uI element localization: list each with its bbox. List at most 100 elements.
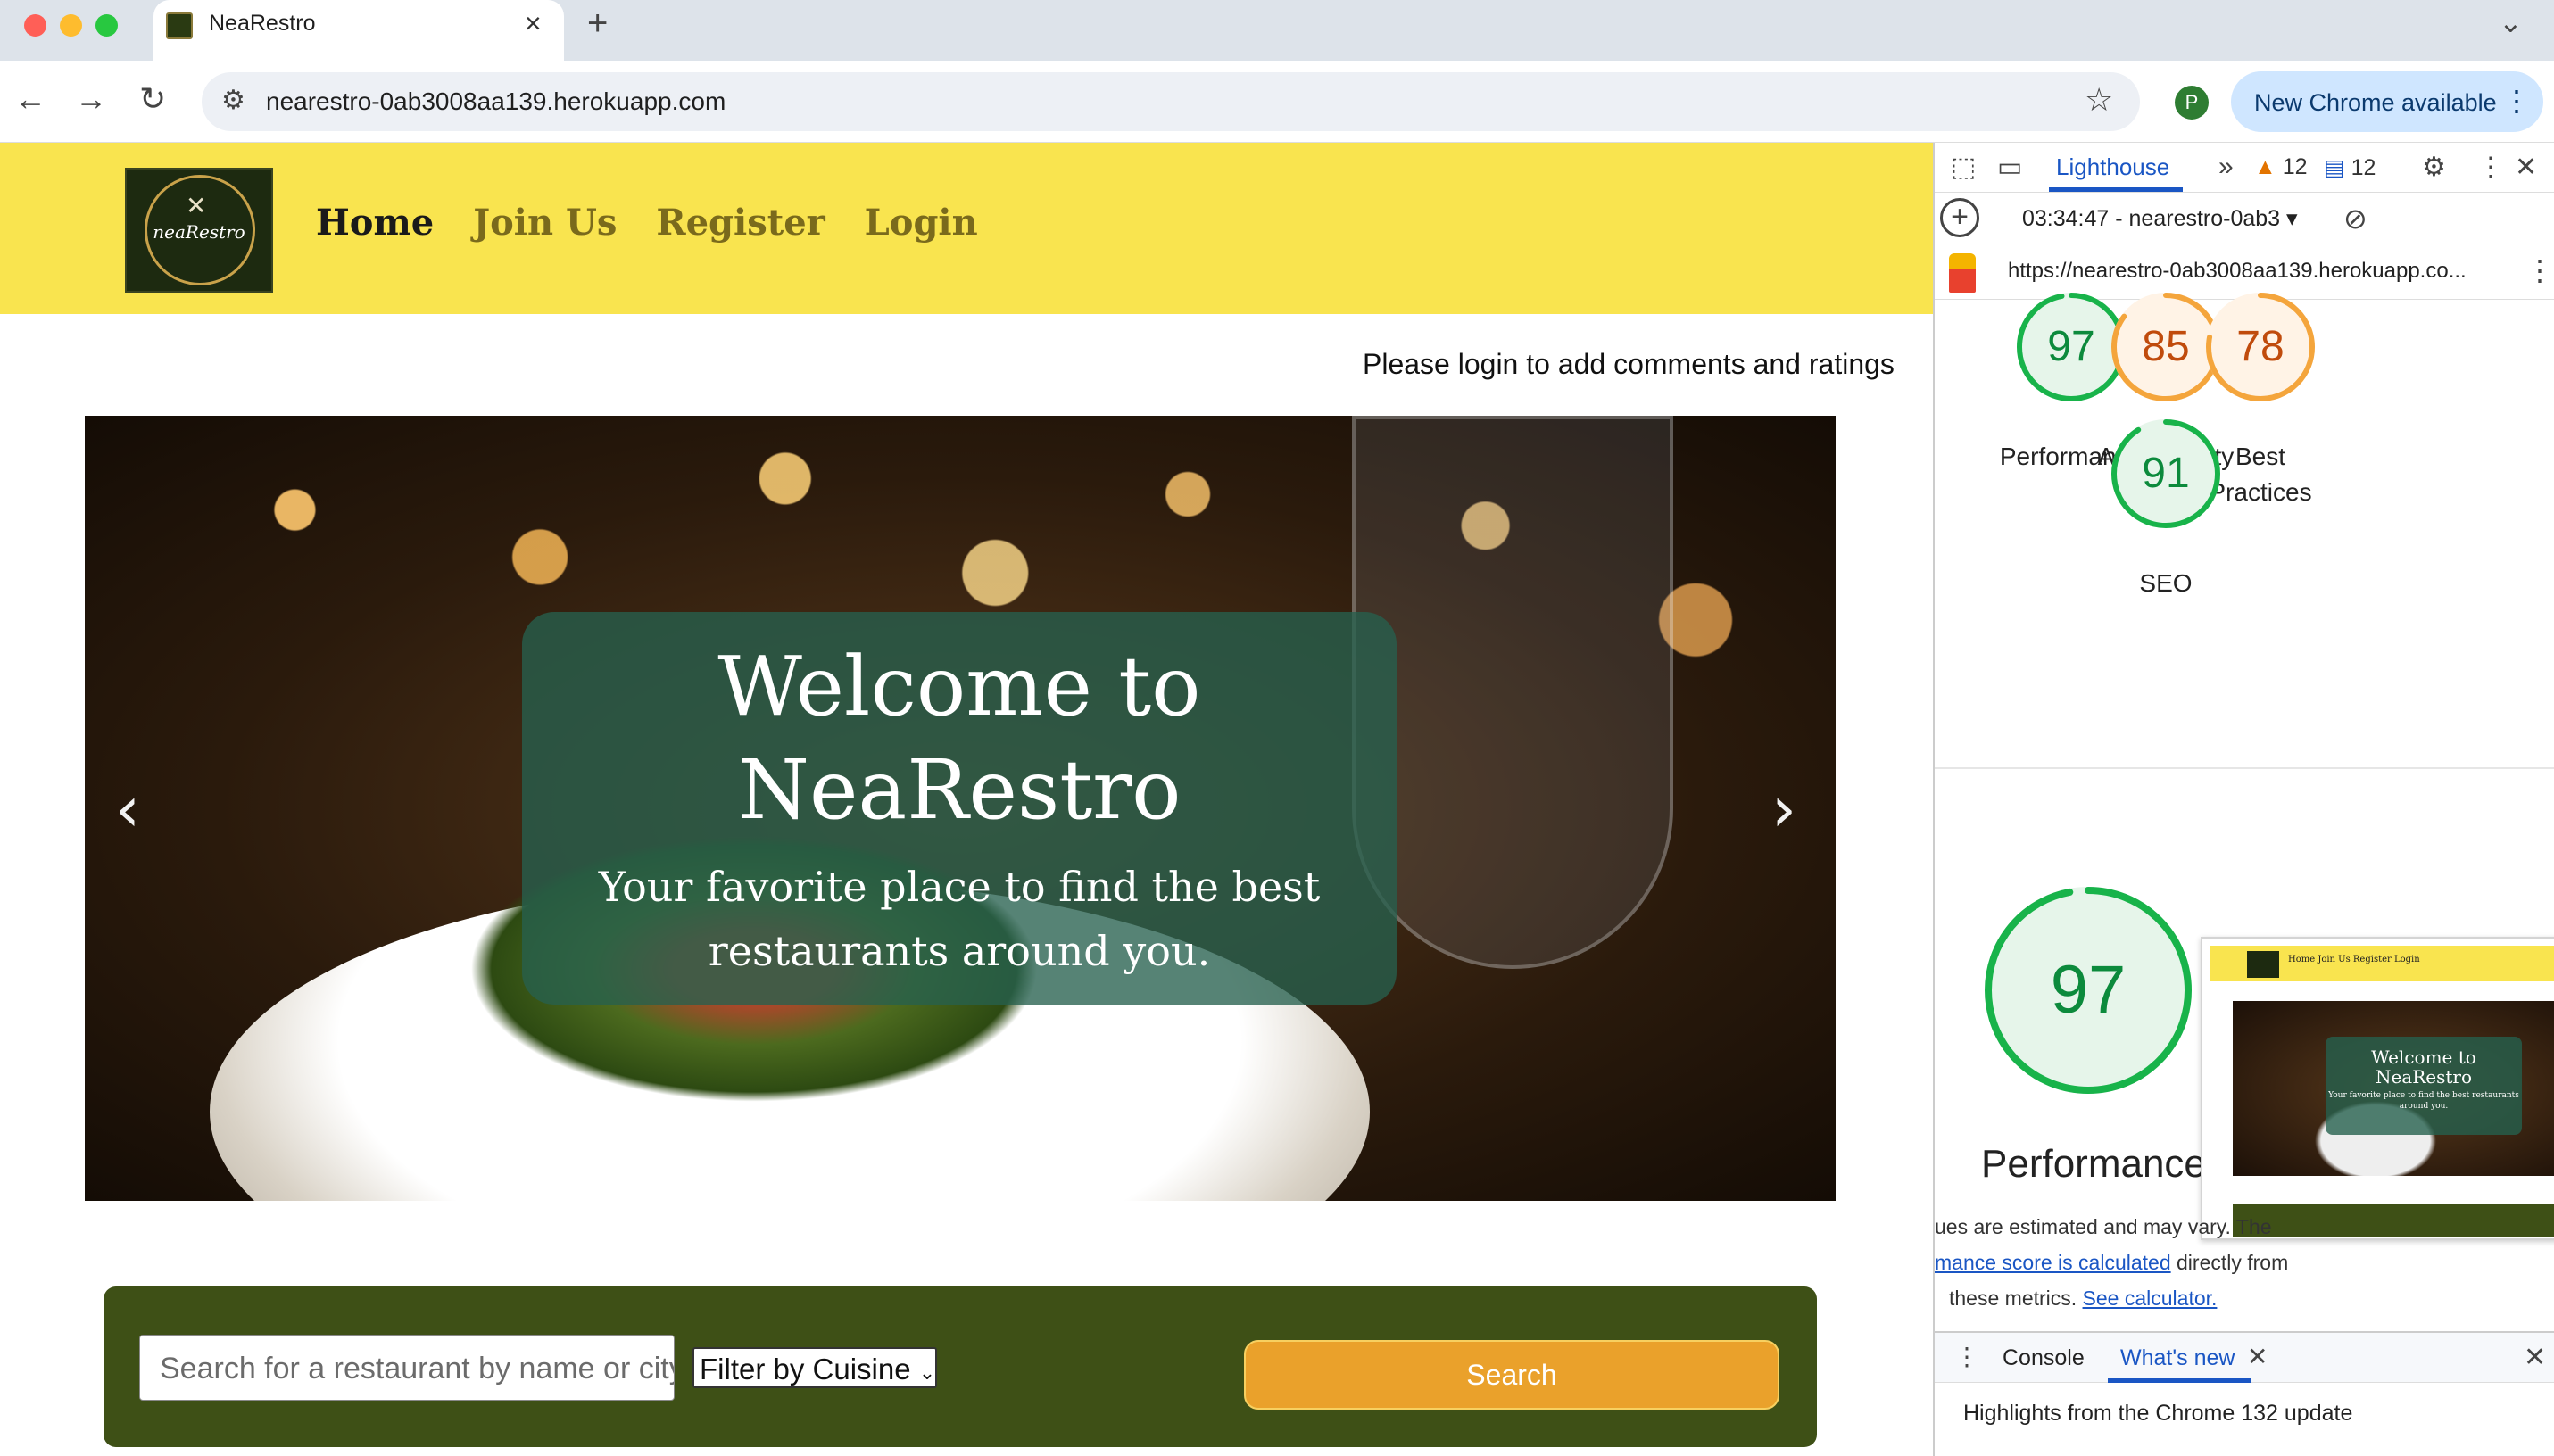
site-info-icon[interactable]: ⚙ xyxy=(221,85,245,116)
score-calculated-link[interactable]: mance score is calculated xyxy=(1935,1251,2171,1274)
report-selector-label: 03:34:47 - nearestro-0ab3 xyxy=(2022,206,2281,231)
drawer-menu-icon[interactable]: ⋮ xyxy=(1954,1342,1979,1371)
bookmark-star-icon[interactable]: ☆ xyxy=(2085,81,2113,119)
site-logo[interactable]: ✕ neaRestro xyxy=(125,168,273,293)
score-gauge-seo[interactable]: 91 xyxy=(2108,416,2224,532)
fork-knife-icon: ✕ xyxy=(186,192,207,219)
settings-gear-icon[interactable]: ⚙ xyxy=(2422,152,2446,183)
browser-tab[interactable]: NeaRestro × xyxy=(153,0,564,61)
nav-register-link[interactable]: Register xyxy=(656,202,825,244)
whats-new-close-icon[interactable]: ✕ xyxy=(2247,1342,2268,1371)
thumb-logo xyxy=(2247,951,2279,978)
devtools-tabbar: ⬚ ▭ Lighthouse » ▲ 12 ▤ 12 ⚙ ⋮ ✕ xyxy=(1935,143,2554,193)
score-value: 91 xyxy=(2142,450,2190,497)
tab-search-chevron-icon[interactable]: ⌄ xyxy=(2499,5,2523,39)
devtools-drawer: ⋮ Console What's new ✕ ✕ Highlights from… xyxy=(1935,1331,2554,1456)
drawer-tab-console[interactable]: Console xyxy=(2003,1345,2085,1371)
thumb-caption: Welcome to NeaRestro Your favorite place… xyxy=(2326,1037,2522,1135)
drawer-active-indicator xyxy=(2108,1378,2251,1383)
score-gauge-best-practices[interactable]: 78 xyxy=(2202,289,2318,405)
hero-subtitle: Your favorite place to find the best res… xyxy=(598,863,1321,975)
messages-counter[interactable]: ▤ 12 xyxy=(2324,154,2376,181)
warnings-count: 12 xyxy=(2282,154,2308,179)
devtools-panel: ⬚ ▭ Lighthouse » ▲ 12 ▤ 12 ⚙ ⋮ ✕ + 03:34… xyxy=(1933,143,2554,1456)
carousel-next-icon[interactable]: › xyxy=(1771,773,1796,846)
devtools-kebab-icon[interactable]: ⋮ xyxy=(2477,152,2504,183)
website-viewport: ✕ neaRestro Home Join Us Register Login … xyxy=(0,143,1933,1456)
thumb-title: Welcome to NeaRestro xyxy=(2371,1046,2476,1088)
tab-lighthouse[interactable]: Lighthouse xyxy=(2056,153,2169,181)
drawer-close-icon[interactable]: ✕ xyxy=(2524,1342,2546,1373)
hero-carousel: Welcome to NeaRestro Your favorite place… xyxy=(85,416,1836,1201)
estimate-note-line2: mance score is calculated directly from xyxy=(1935,1251,2288,1275)
address-bar[interactable]: ⚙ nearestro-0ab3008aa139.herokuapp.com ☆ xyxy=(202,72,2140,131)
whats-new-highlight: Highlights from the Chrome 132 update xyxy=(1963,1401,2353,1426)
thumb-search-band xyxy=(2233,1204,2554,1237)
report-selector[interactable]: 03:34:47 - nearestro-0ab3 ▾ xyxy=(2022,205,2298,232)
devtools-close-icon[interactable]: ✕ xyxy=(2515,152,2537,183)
warning-icon: ▲ xyxy=(2254,154,2276,179)
estimate-note-line3-text: these metrics. xyxy=(1949,1286,2083,1310)
inspect-element-icon[interactable]: ⬚ xyxy=(1951,152,1976,183)
tab-title: NeaRestro xyxy=(209,11,316,36)
nav-login-link[interactable]: Login xyxy=(865,202,978,244)
performance-big-gauge: 97 xyxy=(1981,883,2195,1097)
lighthouse-icon xyxy=(1949,253,1976,293)
carousel-prev-icon[interactable]: ‹ xyxy=(115,773,140,846)
login-notice: Please login to add comments and ratings xyxy=(1363,348,1895,380)
score-label: SEO xyxy=(2139,569,2193,597)
clear-block-icon[interactable]: ⊘ xyxy=(2343,202,2367,236)
cuisine-filter-select[interactable]: Filter by Cuisine ⌄ xyxy=(692,1347,937,1388)
drawer-tabbar: ⋮ Console What's new ✕ ✕ xyxy=(1935,1333,2554,1383)
cuisine-selected: Filter by Cuisine xyxy=(700,1353,911,1386)
window-zoom-button[interactable] xyxy=(95,14,118,37)
window-close-button[interactable] xyxy=(24,14,46,37)
hero-wineglass-image xyxy=(1352,416,1673,969)
more-tabs-icon[interactable]: » xyxy=(2218,152,2234,182)
tab-close-button[interactable]: × xyxy=(525,7,542,40)
address-url[interactable]: nearestro-0ab3008aa139.herokuapp.com xyxy=(266,87,726,116)
warnings-counter[interactable]: ▲ 12 xyxy=(2254,154,2308,180)
reload-icon[interactable]: ↻ xyxy=(139,80,166,118)
browser-titlebar: NeaRestro × + ⌄ xyxy=(0,0,2554,61)
forward-arrow-icon[interactable]: → xyxy=(75,80,107,118)
restaurant-search-input[interactable]: Search for a restaurant by name or city xyxy=(139,1335,675,1401)
profile-avatar[interactable]: P xyxy=(2175,86,2209,120)
big-score-value: 97 xyxy=(2050,952,2127,1028)
estimate-note-line2-rest: directly from xyxy=(2170,1251,2289,1274)
see-calculator-link[interactable]: See calculator. xyxy=(2083,1286,2218,1310)
message-icon: ▤ xyxy=(2324,155,2345,180)
report-url: https://nearestro-0ab3008aa139.herokuapp… xyxy=(2008,259,2467,283)
chrome-update-button[interactable]: New Chrome available ⋮ xyxy=(2231,71,2543,132)
final-screenshot-thumbnail[interactable]: Home Join Us Register Login Welcome to N… xyxy=(2201,937,2554,1240)
main-nav: Home Join Us Register Login xyxy=(316,202,1005,244)
estimate-note-line3: these metrics. See calculator. xyxy=(1949,1286,2217,1311)
new-tab-button[interactable]: + xyxy=(587,4,608,44)
active-tab-indicator xyxy=(2049,187,2183,192)
nav-home-link[interactable]: Home xyxy=(316,202,434,244)
thumb-nav: Home Join Us Register Login xyxy=(2288,955,2420,964)
site-favicon-icon xyxy=(166,12,193,39)
estimate-note-line1: ues are estimated and may vary. The xyxy=(1935,1215,2272,1238)
lighthouse-toolbar: + 03:34:47 - nearestro-0ab3 ▾ ⊘ xyxy=(1935,193,2554,244)
chevron-down-icon: ⌄ xyxy=(918,1361,936,1384)
thumb-subtitle: Your favorite place to find the best res… xyxy=(2328,1091,2519,1111)
hero-caption: Welcome to NeaRestro Your favorite place… xyxy=(522,612,1397,1005)
report-menu-kebab-icon[interactable]: ⋮ xyxy=(2525,253,2554,287)
search-panel: Search for a restaurant by name or city … xyxy=(104,1286,1817,1447)
update-label: New Chrome available xyxy=(2254,89,2497,116)
back-arrow-icon[interactable]: ← xyxy=(14,80,46,118)
kebab-menu-icon[interactable]: ⋮ xyxy=(2502,84,2531,118)
thumb-hero: Welcome to NeaRestro Your favorite place… xyxy=(2233,1001,2554,1176)
device-toolbar-icon[interactable]: ▭ xyxy=(1997,152,2022,183)
drawer-tab-whats-new[interactable]: What's new xyxy=(2120,1345,2235,1371)
browser-toolbar: ← → ↻ ⚙ nearestro-0ab3008aa139.herokuapp… xyxy=(0,61,2554,143)
window-minimize-button[interactable] xyxy=(60,14,82,37)
site-header: ✕ neaRestro Home Join Us Register Login xyxy=(0,143,1933,314)
thumb-header: Home Join Us Register Login xyxy=(2210,946,2554,981)
search-button[interactable]: Search xyxy=(1244,1340,1779,1410)
nav-join-link[interactable]: Join Us xyxy=(473,202,617,244)
logo-text: neaRestro xyxy=(153,221,245,243)
dropdown-caret-icon: ▾ xyxy=(2286,206,2298,231)
new-report-plus-icon[interactable]: + xyxy=(1940,198,1979,237)
